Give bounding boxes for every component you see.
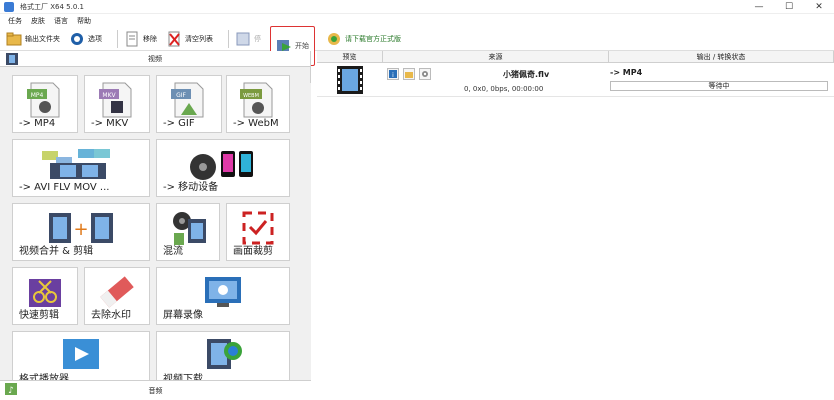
remove-label: 移除 [143, 34, 157, 43]
folder-icon [6, 31, 22, 47]
tile-to-webm[interactable]: WEBM -> WebM [226, 75, 290, 133]
stop-button[interactable]: 停 [235, 29, 261, 49]
video-thumbnail-icon [337, 66, 363, 94]
header-source: 来源 [383, 51, 609, 62]
menu-skin[interactable]: 皮肤 [31, 16, 45, 26]
task-status: 等待中 [610, 81, 828, 91]
tile-label: -> MP4 [19, 118, 56, 129]
maximize-button[interactable]: ☐ [774, 0, 804, 14]
menu-help[interactable]: 帮助 [77, 16, 91, 26]
tile-mobile-device[interactable]: -> 移动设备 [156, 139, 290, 197]
mkv-file-icon: MKV [95, 81, 139, 119]
minimize-button[interactable]: — [744, 0, 774, 14]
screen-record-icon [201, 273, 245, 311]
function-panel: 视频 MP4 -> MP4 MKV -> MKV GIF -> GIF WEBM [0, 51, 311, 400]
options-button[interactable]: 选项 [69, 29, 102, 49]
gif-file-icon: GIF [167, 81, 211, 119]
tile-to-gif[interactable]: GIF -> GIF [156, 75, 222, 133]
start-label: 开始 [295, 41, 309, 50]
remove-icon [124, 31, 140, 47]
close-button[interactable]: ✕ [804, 0, 834, 14]
download-icon [326, 31, 342, 47]
download-official-button[interactable]: 请下载官方正式版 [326, 29, 401, 49]
tile-label: -> MKV [91, 118, 129, 129]
tile-remove-watermark[interactable]: 去除水印 [84, 267, 150, 325]
scrollbar[interactable] [305, 83, 311, 396]
info-icon[interactable]: i [387, 68, 399, 80]
title-bar: 格式工厂 X64 5.0.1 — ☐ ✕ [0, 0, 834, 14]
remove-button[interactable]: 移除 [124, 29, 157, 49]
window-title: 格式工厂 X64 5.0.1 [20, 2, 84, 11]
tile-to-avi-flv-mov[interactable]: -> AVI FLV MOV ... [12, 139, 150, 197]
tile-label: 快速剪辑 [19, 310, 59, 321]
clear-list-button[interactable]: 清空列表 [166, 29, 213, 49]
svg-text:MKV: MKV [102, 92, 116, 99]
category-audio[interactable]: ♪ 音频 [0, 380, 311, 400]
clear-list-label: 清空列表 [185, 34, 213, 43]
tile-grid: MP4 -> MP4 MKV -> MKV GIF -> GIF WEBM ->… [0, 67, 311, 396]
task-list: 预览 来源 输出 / 转换状态 i 小猪佩奇.flv 0, 0x0, 0bps,… [317, 51, 834, 400]
row-actions: i [387, 68, 435, 80]
tile-label: 视频合并 & 剪辑 [19, 246, 94, 257]
task-list-header: 预览 来源 输出 / 转换状态 [317, 51, 834, 63]
stop-icon [235, 31, 251, 47]
category-video-label: 视频 [148, 54, 162, 63]
tile-to-mp4[interactable]: MP4 -> MP4 [12, 75, 78, 133]
tile-label: 屏幕录像 [163, 310, 203, 321]
clear-list-icon [166, 31, 182, 47]
tile-screen-record[interactable]: 屏幕录像 [156, 267, 290, 325]
video-download-icon [201, 337, 245, 375]
tile-label: 去除水印 [91, 310, 131, 321]
output-folder-label: 输出文件夹 [25, 34, 60, 43]
download-label: 请下载官方正式版 [345, 34, 401, 43]
category-video[interactable]: 视频 [0, 51, 310, 67]
stop-label: 停 [254, 34, 261, 43]
app-icon [4, 1, 14, 12]
output-folder-button[interactable]: 输出文件夹 [6, 29, 60, 49]
svg-text:MP4: MP4 [31, 92, 44, 99]
svg-text:WEBM: WEBM [243, 93, 259, 99]
tile-label: -> 移动设备 [163, 182, 219, 193]
tile-label: 画面裁剪 [233, 246, 273, 257]
tile-label: 混流 [163, 246, 183, 257]
settings-icon[interactable] [419, 68, 431, 80]
toolbar-divider [117, 29, 118, 48]
tile-to-mkv[interactable]: MKV -> MKV [84, 75, 150, 133]
header-preview: 预览 [317, 51, 383, 62]
folder-icon[interactable] [403, 68, 415, 80]
svg-text:+: + [73, 219, 88, 240]
task-file-info: 0, 0x0, 0bps, 00:00:00 [464, 85, 544, 93]
task-row[interactable]: i 小猪佩奇.flv 0, 0x0, 0bps, 00:00:00 -> MP4… [317, 63, 834, 97]
task-filename: 小猪佩奇.flv [503, 70, 550, 79]
toolbar-divider [228, 29, 229, 48]
tile-crop[interactable]: 画面裁剪 [226, 203, 290, 261]
tile-label: -> WebM [233, 118, 279, 129]
category-audio-label: 音频 [148, 386, 163, 395]
toolbar: 输出文件夹 选项 移除 清空列表 停 开始 请下载官方正式版 [0, 25, 834, 66]
tile-quick-cut[interactable]: 快速剪辑 [12, 267, 78, 325]
task-output-format: -> MP4 [610, 68, 643, 77]
menu-task[interactable]: 任务 [8, 16, 22, 26]
tile-label: -> AVI FLV MOV ... [19, 182, 110, 193]
header-output: 输出 / 转换状态 [609, 51, 834, 62]
options-label: 选项 [88, 34, 102, 43]
menu-language[interactable]: 语言 [54, 16, 68, 26]
webm-file-icon: WEBM [236, 81, 280, 119]
tile-label: -> GIF [163, 118, 195, 129]
options-icon [69, 31, 85, 47]
tile-mux[interactable]: 混流 [156, 203, 220, 261]
svg-text:GIF: GIF [176, 92, 186, 99]
menu-bar: 任务 皮肤 语言 帮助 [0, 14, 834, 27]
mp4-file-icon: MP4 [23, 81, 67, 119]
multi-format-icon [36, 145, 126, 183]
tile-video-merge[interactable]: + 视频合并 & 剪辑 [12, 203, 150, 261]
